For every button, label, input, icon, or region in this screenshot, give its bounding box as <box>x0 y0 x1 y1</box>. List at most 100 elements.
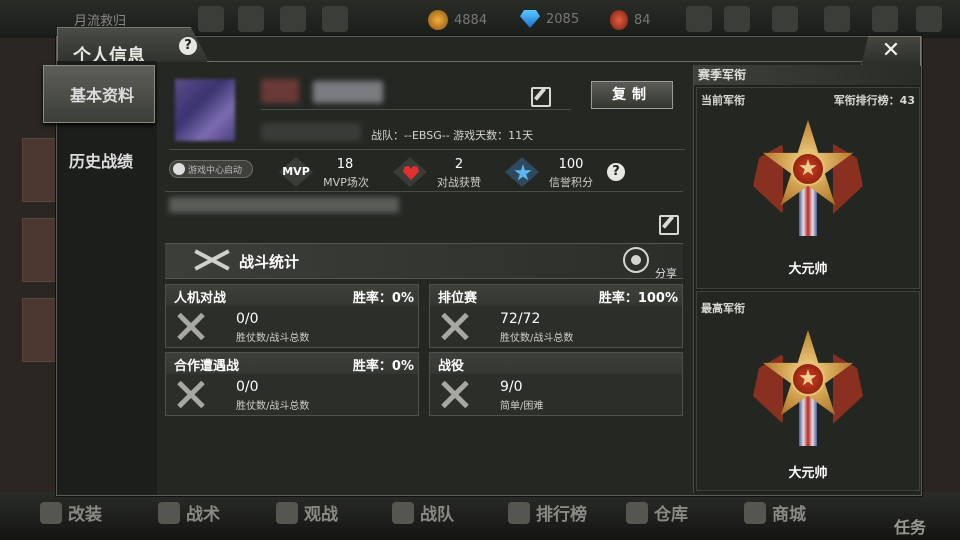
signature-divider <box>165 191 683 192</box>
shield-icon <box>392 501 414 524</box>
crossed-rifles-icon <box>191 247 233 273</box>
grid-menu-icon[interactable] <box>322 6 348 32</box>
card-header <box>430 353 682 374</box>
tab-sidebar: 基本资料 历史战绩 <box>43 61 157 495</box>
star-eye-icon <box>276 501 298 524</box>
likes-count: 2 <box>454 157 464 172</box>
name-underline <box>261 109 571 110</box>
highest-rank-label: 最高军衔 <box>701 302 745 315</box>
season-rank-panel: 赛季军衔 当前军衔 军衔排行榜：43 大元帅 最高军衔 大元帅 <box>693 65 920 493</box>
stat-card-coop: 合作遭遇战 胜率：0% 0/0 胜仗数/战斗总数 <box>165 352 419 416</box>
warehouse-icon <box>626 501 648 524</box>
copy-button[interactable]: 复制 <box>591 81 673 109</box>
share-label[interactable]: 分享 <box>655 265 677 281</box>
shop-icon <box>744 501 766 524</box>
nav-shop[interactable]: 商城 <box>744 500 806 525</box>
edit-signature-icon[interactable] <box>659 215 679 235</box>
credit-label: 信誉积分 <box>549 176 593 189</box>
emblem-ribbon <box>799 396 817 446</box>
task-button[interactable]: 任务 <box>894 514 926 538</box>
emblem-core <box>791 362 825 396</box>
team-and-days: 战队：--EBSG-- 游戏天数：11天 <box>371 129 534 142</box>
game-center-badge: 游戏中心启动 <box>169 160 253 178</box>
edit-name-icon[interactable] <box>531 87 551 107</box>
book-icon[interactable] <box>872 6 898 32</box>
card-win-rate: 胜率：0% <box>352 359 414 374</box>
wrench-icon <box>40 501 62 524</box>
share-icon[interactable] <box>623 247 649 273</box>
nav-spectate[interactable]: 观战 <box>276 500 338 525</box>
title-divider <box>207 61 921 62</box>
stat-card-ranked: 排位赛 胜率：100% 72/72 胜仗数/战斗总数 <box>429 284 683 348</box>
card-value-label: 胜仗数/战斗总数 <box>236 401 310 412</box>
current-rank-label: 当前军衔 <box>701 94 745 107</box>
diamond-icon <box>520 10 540 28</box>
card-value-label: 胜仗数/战斗总数 <box>236 333 310 344</box>
card-value: 72/72 <box>500 311 541 327</box>
card-value-label: 胜仗数/战斗总数 <box>500 333 574 344</box>
crossed-swords-icon <box>176 311 206 341</box>
blurred-player-name <box>313 81 383 103</box>
current-rank-name: 大元帅 <box>788 262 828 277</box>
help-icon[interactable]: ? <box>179 37 197 55</box>
home-icon[interactable] <box>198 6 224 32</box>
nav-leaderboard[interactable]: 排行榜 <box>508 500 587 525</box>
rank-leaderboard-position: 军衔排行榜：43 <box>833 94 915 107</box>
friends-icon[interactable] <box>724 6 750 32</box>
current-rank-emblem <box>753 116 863 236</box>
mail-icon[interactable] <box>772 6 798 32</box>
crossed-swords-icon <box>440 311 470 341</box>
battle-stats-title: 战斗统计 <box>239 253 300 271</box>
skull-icon <box>158 501 180 524</box>
card-win-rate: 胜率：0% <box>352 291 414 306</box>
add-icon[interactable] <box>686 6 712 32</box>
stat-card-pve: 人机对战 胜率：0% 0/0 胜仗数/战斗总数 <box>165 284 419 348</box>
card-value-label: 简单/困难 <box>500 401 544 412</box>
nav-team[interactable]: 战队 <box>392 500 454 525</box>
card-value: 0/0 <box>236 379 259 395</box>
shop-bag-icon[interactable] <box>238 6 264 32</box>
stat-card-campaign: 战役 9/0 简单/困难 <box>429 352 683 416</box>
card-mode-name: 合作遭遇战 <box>174 359 240 374</box>
blurred-signature <box>169 197 399 213</box>
more-icon[interactable] <box>916 6 942 32</box>
card-win-rate: 胜率：100% <box>598 291 678 306</box>
card-value: 0/0 <box>236 311 259 327</box>
close-button[interactable]: ✕ <box>861 36 921 66</box>
nav-warehouse[interactable]: 仓库 <box>626 500 688 525</box>
current-rank-box: 当前军衔 军衔排行榜：43 大元帅 <box>696 87 920 289</box>
card-mode-name: 人机对战 <box>174 291 227 306</box>
blurred-level-badge <box>261 79 299 103</box>
card-mode-name: 战役 <box>438 359 465 374</box>
avatar[interactable] <box>175 79 235 141</box>
highest-rank-name: 大元帅 <box>788 466 828 481</box>
background-thumbnail <box>22 298 56 362</box>
highest-rank-emblem <box>753 326 863 446</box>
card-value: 9/0 <box>500 379 523 395</box>
medal-icon <box>610 10 628 30</box>
season-rank-title: 赛季军衔 <box>694 65 920 85</box>
player-name: 月流救归 <box>74 14 127 29</box>
mvp-count: 18 <box>336 157 354 172</box>
crossed-swords-icon <box>440 379 470 409</box>
bottom-nav-bar <box>0 492 960 540</box>
crossed-swords-icon <box>176 379 206 409</box>
gear-icon[interactable] <box>824 6 850 32</box>
blurred-id <box>261 123 361 141</box>
nav-tactics[interactable]: 战术 <box>158 500 220 525</box>
mvp-label: MVP场次 <box>323 176 369 189</box>
diamond-counter: 2085 <box>520 10 579 28</box>
nav-mod[interactable]: 改装 <box>40 500 102 525</box>
credit-help-icon[interactable]: ? <box>607 163 625 181</box>
credit-score: 100 <box>558 157 584 172</box>
gold-counter: 4884 <box>428 10 487 30</box>
tab-basic-info[interactable]: 基本资料 <box>43 65 155 123</box>
background-right-strip <box>922 38 960 498</box>
gift-icon[interactable] <box>280 6 306 32</box>
tab-battle-history[interactable]: 历史战绩 <box>43 131 155 189</box>
likes-label: 对战获赞 <box>437 176 481 189</box>
gold-coin-icon <box>428 10 448 30</box>
mvp-badge-text: MVP <box>282 165 310 178</box>
highest-rank-box: 最高军衔 大元帅 <box>696 291 920 491</box>
background-thumbnail <box>22 218 56 282</box>
